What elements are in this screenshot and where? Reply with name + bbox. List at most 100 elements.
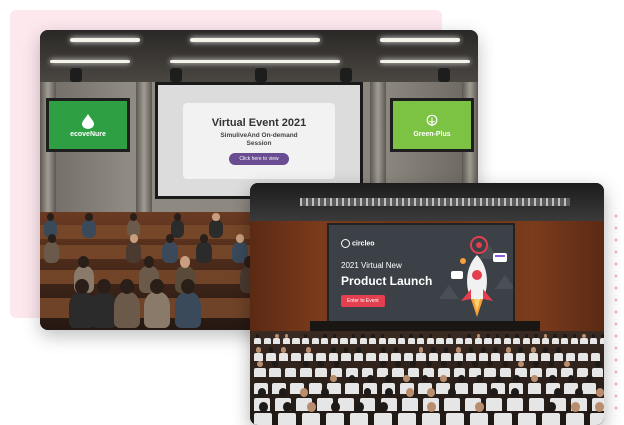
- audience-head: [468, 347, 474, 353]
- audience-head: [332, 333, 337, 338]
- audience-head: [585, 374, 593, 383]
- audience-chair: [478, 352, 488, 361]
- audience-chair: [273, 338, 281, 344]
- audience-chair: [266, 352, 276, 361]
- audience-chair: [278, 412, 296, 425]
- audience-chair: [254, 367, 266, 378]
- audience-chair: [441, 352, 451, 361]
- audience-chair: [590, 352, 601, 361]
- left-sponsor-label: ecoveNure: [70, 130, 106, 138]
- audience-chair: [494, 412, 512, 425]
- audience-chair: [315, 367, 327, 378]
- audience-head: [78, 256, 90, 268]
- audience-chair: [321, 338, 329, 344]
- brand-name: circleo: [352, 240, 375, 248]
- event-subtitle-line1: SimuliveAnd On-demand: [220, 131, 298, 139]
- audience-head: [563, 333, 567, 338]
- audience-head: [143, 256, 155, 268]
- audience-chair: [292, 338, 300, 344]
- event-subtitle: SimuliveAnd On-demand Session: [220, 132, 297, 148]
- audience-chair: [401, 397, 418, 411]
- audience-chair: [398, 338, 406, 344]
- audience-head: [179, 256, 191, 268]
- audience-head: [543, 333, 548, 338]
- audience-head: [258, 402, 268, 412]
- audience-head: [306, 402, 316, 412]
- audience-head: [518, 361, 524, 368]
- audience-head: [524, 333, 529, 338]
- ceiling-light: [380, 38, 460, 42]
- audience-head: [553, 333, 557, 338]
- audience-head: [448, 388, 456, 397]
- click-to-view-button[interactable]: Click here to view: [229, 152, 289, 165]
- audience-chair: [503, 338, 511, 344]
- audience-head: [439, 374, 447, 383]
- audience-chair: [503, 352, 513, 361]
- audience-chair: [522, 338, 530, 344]
- audience-person: [143, 292, 170, 328]
- event-subtitle-line2: Session: [246, 139, 272, 147]
- audience-head: [418, 347, 424, 353]
- rocket-icon: [451, 236, 507, 317]
- audience-chair: [366, 352, 376, 361]
- audience-head: [399, 333, 404, 338]
- audience-chair: [302, 338, 310, 344]
- audience-chair: [392, 367, 404, 378]
- audience-head: [384, 388, 393, 397]
- audience-head: [476, 333, 481, 338]
- audience-head: [531, 374, 538, 383]
- audience-head: [257, 388, 266, 397]
- audience-person: [162, 242, 178, 263]
- audience-head: [471, 361, 478, 368]
- event-title: Virtual Event 2021: [211, 116, 307, 129]
- audience-chair: [341, 352, 351, 361]
- audience-chair: [444, 397, 460, 411]
- audience-head: [426, 388, 435, 397]
- audience-head: [543, 347, 549, 353]
- audience-head: [282, 402, 292, 412]
- audience-person: [196, 242, 212, 263]
- audience-head: [381, 347, 386, 353]
- audience-chair: [417, 338, 425, 344]
- ceiling-light: [170, 60, 340, 63]
- audience-chair: [345, 382, 359, 395]
- audience-chair: [369, 338, 377, 344]
- audience-head: [467, 333, 471, 338]
- audience-chair: [388, 338, 396, 344]
- audience-head: [555, 347, 561, 353]
- spotlight: [70, 68, 82, 82]
- audience-chair: [302, 412, 320, 425]
- dot-pattern: [613, 210, 619, 410]
- audience-chair: [254, 338, 262, 344]
- audience-chair: [470, 412, 488, 425]
- audience-head: [426, 402, 436, 412]
- audience-chair: [566, 412, 584, 425]
- audience-head: [281, 347, 286, 353]
- audience-chair: [528, 352, 538, 361]
- audience-chair: [422, 412, 440, 425]
- audience-head: [256, 347, 261, 353]
- audience-head: [385, 374, 392, 383]
- enter-event-button[interactable]: Enter to Event: [341, 295, 385, 307]
- audience-chair: [541, 352, 551, 361]
- audience-chair: [300, 367, 312, 378]
- audience-chair: [328, 352, 339, 361]
- audience-head: [255, 333, 260, 338]
- audience-person: [174, 292, 202, 328]
- audience-head: [279, 388, 287, 397]
- drop-logo-icon: [82, 113, 94, 129]
- audience-chair: [263, 338, 271, 344]
- audience-head: [212, 213, 220, 222]
- audience-chair: [316, 352, 326, 361]
- audience-chair: [465, 338, 473, 344]
- audience-chair: [591, 367, 604, 378]
- lighting-truss: [300, 198, 570, 206]
- tree-logo-icon: [426, 114, 438, 126]
- audience-chair: [426, 338, 434, 344]
- audience-person: [209, 220, 223, 238]
- audience-head: [378, 402, 388, 412]
- audience-person: [114, 292, 141, 328]
- ceiling-light: [380, 60, 470, 63]
- audience-chair: [599, 338, 604, 344]
- audience-head: [486, 333, 490, 338]
